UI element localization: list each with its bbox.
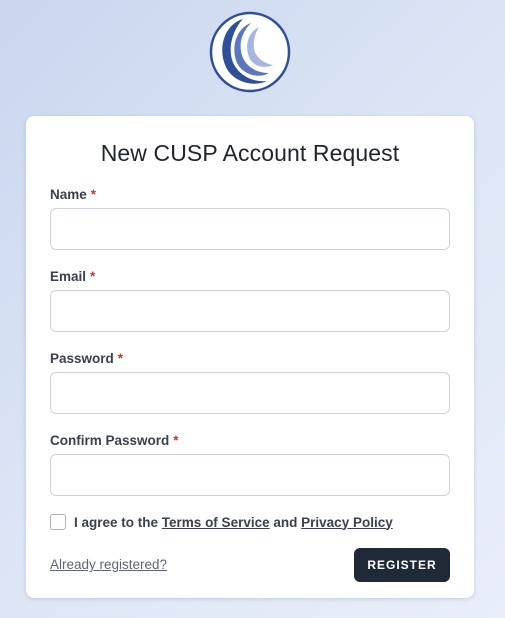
agree-checkbox[interactable]	[50, 514, 66, 530]
cusp-logo	[209, 11, 291, 93]
page-title: New CUSP Account Request	[100, 140, 400, 166]
cusp-swirl-logo-icon	[209, 11, 291, 93]
agree-row: I agree to the Terms of Service and Priv…	[50, 513, 393, 531]
already-registered-link[interactable]: Already registered?	[50, 557, 167, 572]
registration-card: New CUSP Account Request Name * Email * Pa…	[26, 116, 474, 598]
name-input[interactable]	[50, 208, 450, 250]
required-marker: *	[90, 187, 97, 202]
email-label: Email *	[50, 269, 96, 284]
required-marker: *	[90, 269, 96, 284]
required-marker: *	[173, 433, 179, 448]
confirm-password-label: Confirm Password *	[50, 433, 179, 448]
privacy-policy-link[interactable]: Privacy Policy	[301, 515, 393, 530]
password-input[interactable]	[50, 372, 450, 414]
email-input[interactable]	[50, 290, 450, 332]
confirm-password-input[interactable]	[50, 454, 450, 496]
register-button[interactable]: REGISTER	[354, 548, 450, 582]
terms-of-service-link[interactable]: Terms of Service	[162, 515, 270, 530]
password-label: Password *	[50, 351, 124, 366]
required-marker: *	[117, 351, 124, 366]
name-label: Name *	[50, 187, 97, 202]
agree-text: I agree to the Terms of Service and Priv…	[74, 514, 393, 530]
